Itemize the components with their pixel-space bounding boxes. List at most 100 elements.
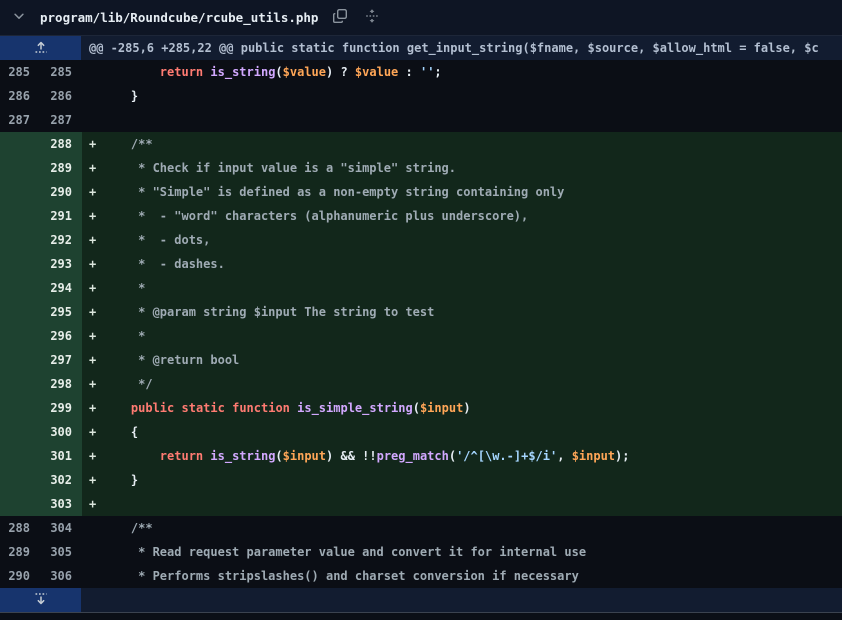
new-line-number[interactable]: 301 [40, 444, 82, 468]
old-line-number[interactable]: 287 [0, 108, 40, 132]
old-line-number[interactable] [0, 300, 40, 324]
new-line-number[interactable]: 293 [40, 252, 82, 276]
file-path: program/lib/Roundcube/rcube_utils.php [40, 10, 318, 25]
diff-marker [82, 108, 102, 132]
new-line-number[interactable]: 302 [40, 468, 82, 492]
code-line: /** [102, 132, 842, 156]
new-line-number[interactable]: 292 [40, 228, 82, 252]
diff-line: 298+ */ [0, 372, 842, 396]
diff-line: 289305 * Read request parameter value an… [0, 540, 842, 564]
diff-line: 297+ * @return bool [0, 348, 842, 372]
code-line [102, 492, 842, 516]
hunk-header-text: @@ -285,6 +285,22 @@ public static funct… [81, 41, 819, 55]
diff-line: 292+ * - dots, [0, 228, 842, 252]
old-line-number[interactable]: 286 [0, 84, 40, 108]
old-line-number[interactable] [0, 492, 40, 516]
new-line-number[interactable]: 289 [40, 156, 82, 180]
code-line: * - "word" characters (alphanumeric plus… [102, 204, 842, 228]
new-line-number[interactable]: 304 [40, 516, 82, 540]
old-line-number[interactable] [0, 444, 40, 468]
copy-path-button[interactable] [330, 6, 350, 29]
new-line-number[interactable]: 295 [40, 300, 82, 324]
new-line-number[interactable]: 287 [40, 108, 82, 132]
old-line-number[interactable] [0, 468, 40, 492]
bottom-divider [0, 612, 842, 620]
old-line-number[interactable] [0, 324, 40, 348]
drag-handle-button[interactable] [362, 6, 382, 29]
expand-footer-row [0, 588, 842, 612]
diff-marker: + [82, 252, 102, 276]
old-line-number[interactable] [0, 180, 40, 204]
chevron-down-icon [12, 9, 26, 26]
new-line-number[interactable]: 305 [40, 540, 82, 564]
collapse-file-button[interactable] [10, 7, 28, 28]
old-line-number[interactable] [0, 156, 40, 180]
copy-icon [332, 8, 348, 27]
old-line-number[interactable] [0, 228, 40, 252]
code-line: * [102, 276, 842, 300]
new-line-number[interactable]: 286 [40, 84, 82, 108]
diff-line: 287287 [0, 108, 842, 132]
diff-line: 295+ * @param string $input The string t… [0, 300, 842, 324]
old-line-number[interactable]: 290 [0, 564, 40, 588]
new-line-number[interactable]: 303 [40, 492, 82, 516]
file-header: program/lib/Roundcube/rcube_utils.php [0, 0, 842, 36]
diff-marker: + [82, 132, 102, 156]
old-line-number[interactable] [0, 396, 40, 420]
diff-line: 289+ * Check if input value is a "simple… [0, 156, 842, 180]
new-line-number[interactable]: 306 [40, 564, 82, 588]
hunk-header-row: @@ -285,6 +285,22 @@ public static funct… [0, 36, 842, 60]
new-line-number[interactable]: 299 [40, 396, 82, 420]
diff-marker [82, 564, 102, 588]
diff-line: 296+ * [0, 324, 842, 348]
new-line-number[interactable]: 297 [40, 348, 82, 372]
diff-marker [82, 84, 102, 108]
old-line-number[interactable]: 289 [0, 540, 40, 564]
code-line: return is_string($value) ? $value : ''; [102, 60, 842, 84]
code-line: * "Simple" is defined as a non-empty str… [102, 180, 842, 204]
old-line-number[interactable]: 285 [0, 60, 40, 84]
diff-marker: + [82, 180, 102, 204]
diff-marker: + [82, 204, 102, 228]
new-line-number[interactable]: 288 [40, 132, 82, 156]
code-line: * Performs stripslashes() and charset co… [102, 564, 842, 588]
new-line-number[interactable]: 300 [40, 420, 82, 444]
new-line-number[interactable]: 291 [40, 204, 82, 228]
code-line: * - dashes. [102, 252, 842, 276]
old-line-number[interactable] [0, 276, 40, 300]
diff-marker: + [82, 492, 102, 516]
old-line-number[interactable] [0, 204, 40, 228]
code-line: return is_string($input) && !!preg_match… [102, 444, 842, 468]
new-line-number[interactable]: 285 [40, 60, 82, 84]
diff-marker [82, 60, 102, 84]
old-line-number[interactable] [0, 348, 40, 372]
old-line-number[interactable] [0, 252, 40, 276]
old-line-number[interactable] [0, 420, 40, 444]
diff-line: 300+ { [0, 420, 842, 444]
diff-marker: + [82, 396, 102, 420]
expand-down-button[interactable] [0, 588, 81, 612]
diff-lines: 285285 return is_string($value) ? $value… [0, 60, 842, 588]
code-line: * @param string $input The string to tes… [102, 300, 842, 324]
diff-line: 291+ * - "word" characters (alphanumeric… [0, 204, 842, 228]
old-line-number[interactable] [0, 132, 40, 156]
new-line-number[interactable]: 290 [40, 180, 82, 204]
code-line: * - dots, [102, 228, 842, 252]
diff-line: 288+ /** [0, 132, 842, 156]
new-line-number[interactable]: 298 [40, 372, 82, 396]
new-line-number[interactable]: 296 [40, 324, 82, 348]
code-line [102, 108, 842, 132]
code-line: * @return bool [102, 348, 842, 372]
diff-viewer: program/lib/Roundcube/rcube_utils.php [0, 0, 842, 620]
diff-line: 294+ * [0, 276, 842, 300]
code-line: /** [102, 516, 842, 540]
old-line-number[interactable] [0, 372, 40, 396]
diff-marker [82, 540, 102, 564]
new-line-number[interactable]: 294 [40, 276, 82, 300]
old-line-number[interactable]: 288 [0, 516, 40, 540]
diff-line: 286286 } [0, 84, 842, 108]
fold-up-icon [33, 39, 49, 58]
diff-marker: + [82, 228, 102, 252]
expand-up-button[interactable] [0, 36, 81, 60]
diff-marker: + [82, 324, 102, 348]
